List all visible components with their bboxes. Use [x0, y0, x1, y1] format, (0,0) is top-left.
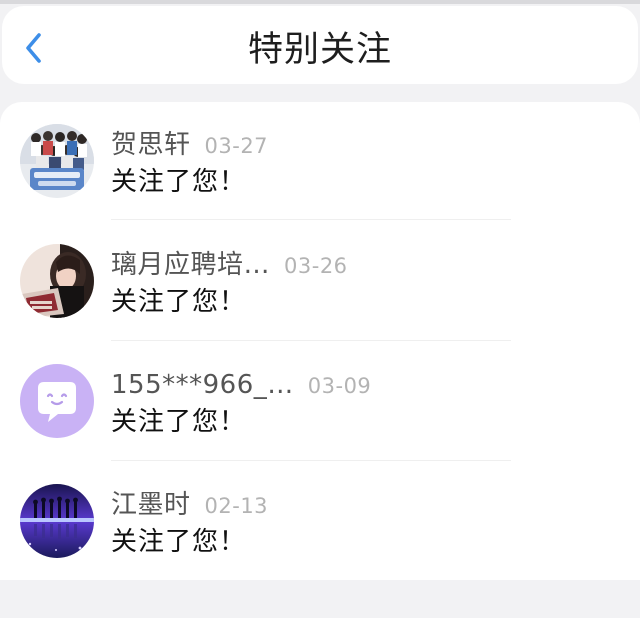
notification-message: 关注了您！: [111, 287, 247, 317]
user-name[interactable]: 江墨时: [111, 490, 191, 520]
name-line: 江墨时 02-13: [111, 487, 268, 523]
group-photo-avatar: [20, 124, 94, 198]
notification-list: 贺思轩 03-27 关注了您！ 璃月应聘培… 03-26 关注了您！ 155**…: [0, 102, 640, 580]
notification-message: 关注了您！: [111, 527, 247, 557]
chevron-left-icon: [26, 33, 41, 63]
list-item[interactable]: 贺思轩 03-27 关注了您！: [0, 102, 640, 220]
user-name[interactable]: 155***966_…: [111, 370, 294, 400]
portrait-photo-avatar: [20, 244, 94, 318]
status-strip: [0, 0, 640, 4]
name-line: 155***966_… 03-09: [111, 367, 371, 403]
notification-date: 03-26: [284, 254, 348, 278]
name-line: 贺思轩 03-27: [111, 127, 268, 163]
divider: [111, 219, 511, 220]
stage-photo-avatar: [20, 484, 94, 558]
header-bar: 特别关注: [2, 6, 638, 84]
list-item[interactable]: 155***966_… 03-09 关注了您！: [0, 342, 640, 460]
avatar[interactable]: [20, 124, 94, 198]
name-line: 璃月应聘培… 03-26: [111, 247, 348, 283]
list-item[interactable]: 璃月应聘培… 03-26 关注了您！: [0, 222, 640, 340]
divider: [111, 340, 511, 341]
list-item[interactable]: 江墨时 02-13 关注了您！: [0, 462, 640, 580]
divider: [111, 460, 511, 461]
user-name[interactable]: 贺思轩: [111, 130, 191, 160]
notification-message: 关注了您！: [111, 407, 247, 437]
user-name[interactable]: 璃月应聘培…: [111, 250, 270, 280]
notification-message: 关注了您！: [111, 167, 247, 197]
avatar[interactable]: [20, 244, 94, 318]
default-chat-bubble-avatar: [20, 364, 94, 438]
avatar[interactable]: [20, 484, 94, 558]
back-button[interactable]: [16, 28, 56, 68]
avatar[interactable]: [20, 364, 94, 438]
notification-date: 03-09: [307, 374, 372, 398]
notification-date: 03-27: [204, 134, 269, 158]
notification-date: 02-13: [204, 494, 269, 518]
page-title: 特别关注: [247, 30, 392, 70]
